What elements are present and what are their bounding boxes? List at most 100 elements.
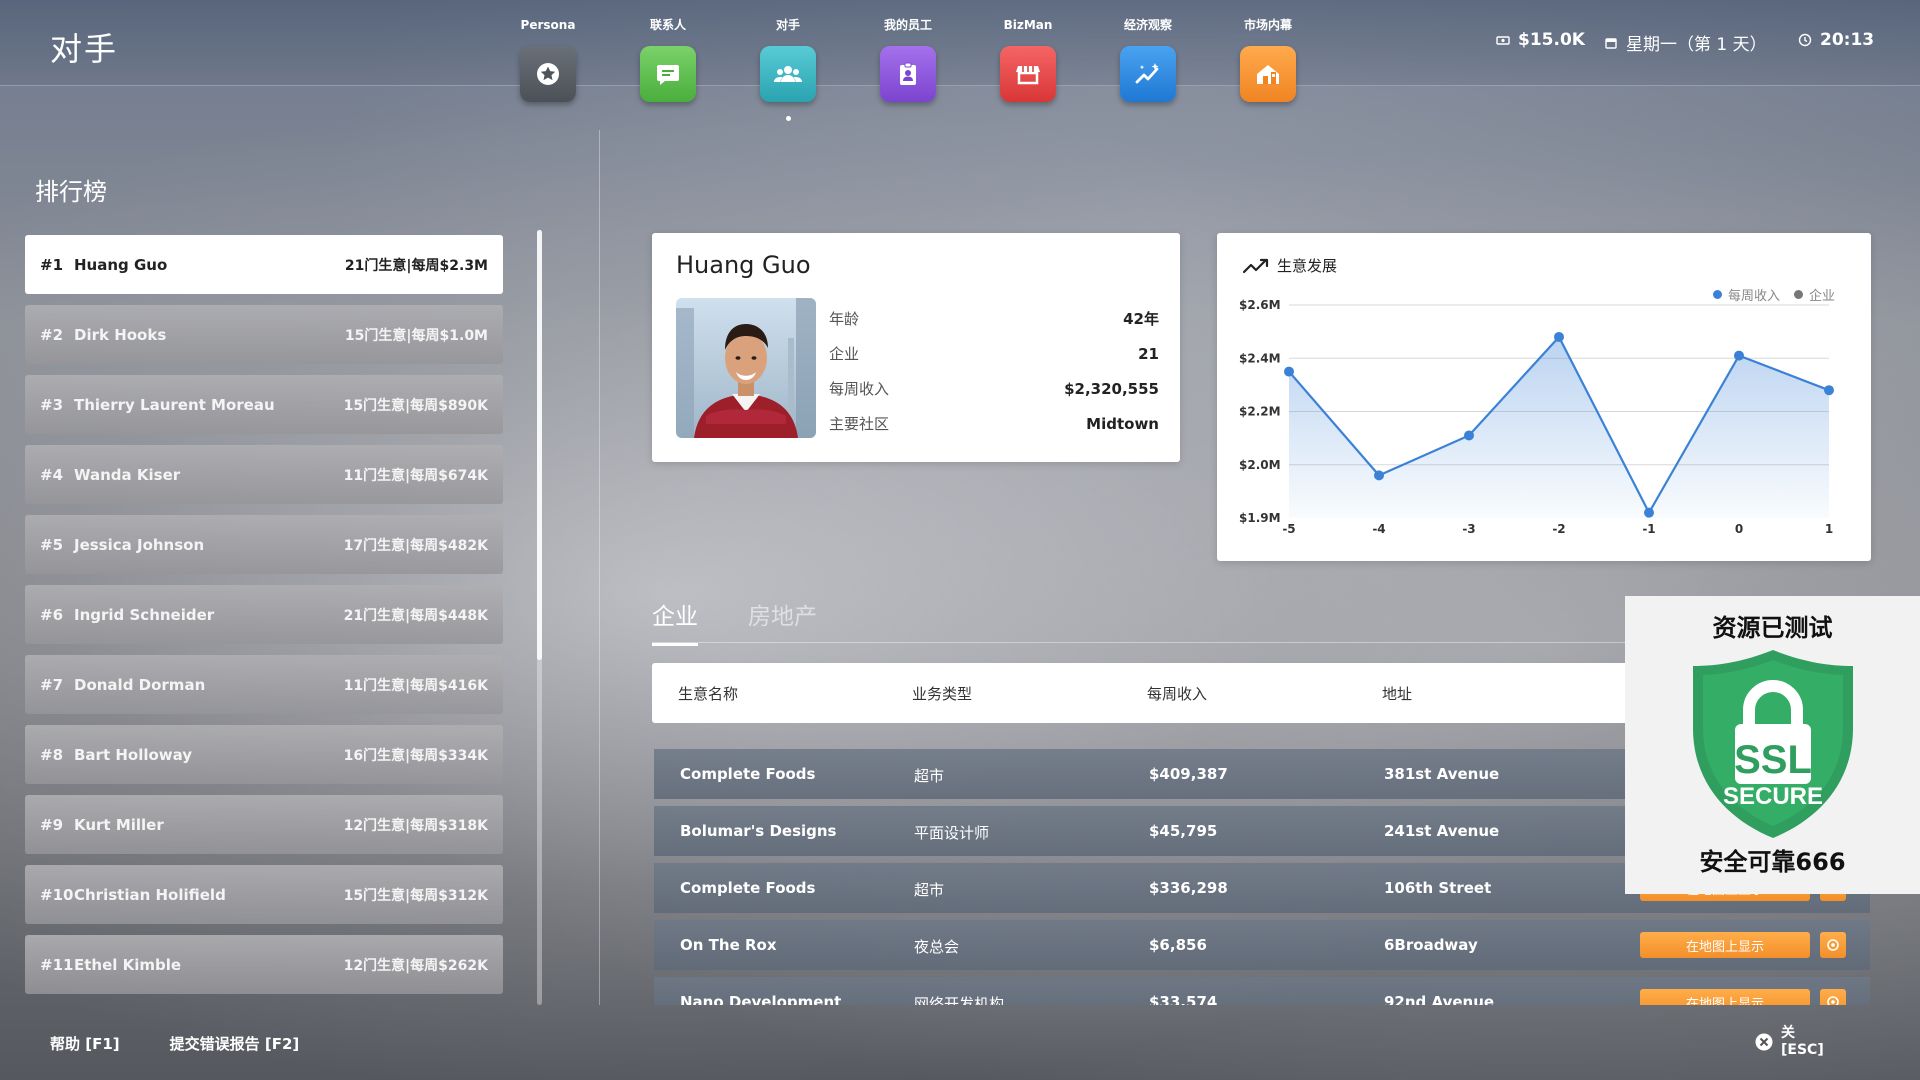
legend-dot xyxy=(1712,290,1722,299)
leaderboard-rank: #10 xyxy=(40,885,74,904)
leaderboard-name: Kurt Miller xyxy=(74,815,164,834)
profile-value: Midtown xyxy=(1086,414,1159,433)
leaderboard-name: Jessica Johnson xyxy=(74,535,205,554)
show-on-map-button[interactable]: 在地图上显示 xyxy=(1640,932,1810,958)
tab-bar: 企业 房地产 xyxy=(652,597,817,646)
nav-economy[interactable]: 经济观察 xyxy=(1088,16,1208,121)
calendar-icon xyxy=(1605,37,1617,49)
y-tick-label: $2.4M xyxy=(1239,351,1281,365)
leaderboard-item[interactable]: #9 Kurt Miller 12门生意|每周$318K xyxy=(25,795,503,854)
cell-type: 超市 xyxy=(914,767,945,785)
nav-contacts[interactable]: 联系人 xyxy=(608,16,728,121)
x-tick-label: 0 xyxy=(1735,522,1743,536)
table-row[interactable]: On The Rox 夜总会 $6,856 6Broadway 在地图上显示 xyxy=(654,920,1870,970)
cell-name: Complete Foods xyxy=(680,879,816,897)
data-point xyxy=(1824,385,1834,396)
nav-button-bizman[interactable] xyxy=(1000,46,1056,102)
column-header-address[interactable]: 地址 xyxy=(1382,683,1412,704)
bug-report-link[interactable]: 提交错误报告 [F2] xyxy=(170,1033,300,1054)
chart-canvas: $2.6M $2.4M $2.2M $2.0M $1.9M-5 -4 -3 -2 -1 0 1 xyxy=(1239,298,1834,536)
leaderboard-meta: 12门生意|每周$318K xyxy=(343,817,488,834)
nav-label: 对手 xyxy=(775,18,800,32)
legend-item[interactable]: 企业 xyxy=(1793,285,1835,304)
leaderboard-item[interactable]: #8 Bart Holloway 16门生意|每周$334K xyxy=(25,725,503,784)
cell-type: 网络开发机构 xyxy=(914,995,1005,1005)
profile-row-businesses: 企业 21 xyxy=(829,336,1159,371)
profile-row-age: 年龄 42年 xyxy=(829,301,1159,336)
cash-icon xyxy=(1496,36,1510,45)
data-point xyxy=(1554,331,1564,342)
locate-button[interactable] xyxy=(1820,932,1846,958)
leaderboard-meta: 12门生意|每周$262K xyxy=(343,957,488,974)
profile-details: 年龄 42年 企业 21 每周收入 $2,320,555 主要社区 Midtow… xyxy=(829,301,1159,441)
profile-row-weekly-income: 每周收入 $2,320,555 xyxy=(829,371,1159,406)
target-icon xyxy=(1827,996,1839,1005)
nav-button-contacts[interactable] xyxy=(640,46,696,102)
close-button[interactable]: 关 [ESC] xyxy=(1755,1025,1824,1059)
leaderboard-item[interactable]: #2 Dirk Hooks 15门生意|每周$1.0M xyxy=(25,305,503,364)
series-area xyxy=(1289,336,1829,518)
leaderboard-name: Dirk Hooks xyxy=(74,325,167,344)
leaderboard-item[interactable]: #3 Thierry Laurent Moreau 15门生意|每周$890K xyxy=(25,375,503,434)
data-point xyxy=(1734,350,1744,361)
table-row[interactable]: Nano Development 网络开发机构 $33,574 92nd Ave… xyxy=(654,977,1870,1005)
nav-button-market-insider[interactable] xyxy=(1240,46,1296,102)
profile-value: $2,320,555 xyxy=(1064,379,1159,398)
chat-icon xyxy=(657,65,679,85)
column-header-type[interactable]: 业务类型 xyxy=(912,683,972,704)
top-bar: 对手 Persona 联系人 对手 我的员工 BizMan 经济观察 市场内幕 … xyxy=(0,0,1920,121)
data-point xyxy=(1284,366,1294,377)
legend-label: 企业 xyxy=(1808,289,1835,304)
leaderboard-scroll-thumb[interactable] xyxy=(537,230,542,660)
leaderboard-name: Wanda Kiser xyxy=(74,465,181,484)
nav-persona[interactable]: Persona xyxy=(488,16,608,121)
leaderboard-item[interactable]: #6 Ingrid Schneider 21门生意|每周$448K xyxy=(25,585,503,644)
nav-employees[interactable]: 我的员工 xyxy=(848,16,968,121)
leaderboard-meta: 15门生意|每周$312K xyxy=(343,887,488,904)
y-tick-label: $1.9M xyxy=(1239,511,1281,525)
nav-button-economy[interactable] xyxy=(1120,46,1176,102)
nav-button-persona[interactable] xyxy=(520,46,576,102)
column-header-income[interactable]: 每周收入 xyxy=(1147,683,1207,704)
x-tick-label: -3 xyxy=(1462,522,1475,536)
leaderboard-item[interactable]: #7 Donald Dorman 11门生意|每周$416K xyxy=(25,655,503,714)
profile-label: 主要社区 xyxy=(829,415,890,433)
money-value: $15.0K xyxy=(1518,30,1585,50)
tab-businesses[interactable]: 企业 xyxy=(652,597,698,646)
leaderboard-rank: #5 xyxy=(40,535,64,554)
column-header-name[interactable]: 生意名称 xyxy=(678,683,738,704)
tab-real-estate[interactable]: 房地产 xyxy=(748,597,817,646)
leaderboard-name: Ingrid Schneider xyxy=(74,605,215,624)
profile-label: 年龄 xyxy=(829,310,860,328)
rival-profile-card: Huang Guo 年龄 42年 企业 21 每周收入 $2,320,555 主… xyxy=(652,233,1180,462)
leaderboard-meta: 17门生意|每周$482K xyxy=(343,537,488,554)
time-value: 20:13 xyxy=(1820,30,1875,50)
nav-button-rivals[interactable] xyxy=(760,46,816,102)
nav-button-employees[interactable] xyxy=(880,46,936,102)
data-point xyxy=(1644,507,1654,518)
leaderboard-meta: 11门生意|每周$674K xyxy=(343,467,488,484)
nav-bizman[interactable]: BizMan xyxy=(968,16,1088,121)
leaderboard-item[interactable]: #10 Christian Holifield 15门生意|每周$312K xyxy=(25,865,503,924)
business-growth-chart: $2.6M $2.4M $2.2M $2.0M $1.9M -5 -4 -3 -2 -1 0 1 生意… xyxy=(1217,233,1871,561)
time-display: 20:13 xyxy=(1798,30,1874,50)
legend-label: 每周收入 xyxy=(1727,289,1780,304)
leaderboard-list[interactable]: #1 Huang Guo 21门生意|每周$2.3M #2 Dirk Hooks… xyxy=(25,235,503,1005)
data-point xyxy=(1464,430,1474,441)
help-link[interactable]: 帮助 [F1] xyxy=(50,1033,120,1054)
date-value: 星期一（第 1 天） xyxy=(1626,35,1767,55)
cell-income: $33,574 xyxy=(1149,993,1218,1005)
show-on-map-button[interactable]: 在地图上显示 xyxy=(1640,989,1810,1005)
leaderboard-item[interactable]: #1 Huang Guo 21门生意|每周$2.3M xyxy=(25,235,503,294)
leaderboard-item[interactable]: #11 Ethel Kimble 12门生意|每周$262K xyxy=(25,935,503,994)
leaderboard-name: Ethel Kimble xyxy=(74,955,182,974)
avatar xyxy=(676,298,816,438)
nav-market-insider[interactable]: 市场内幕 xyxy=(1208,16,1328,121)
leaderboard-scrollbar[interactable] xyxy=(537,230,542,1005)
nav-rivals[interactable]: 对手 xyxy=(728,16,848,121)
locate-button[interactable] xyxy=(1820,989,1846,1005)
leaderboard-item[interactable]: #5 Jessica Johnson 17门生意|每周$482K xyxy=(25,515,503,574)
leaderboard-item[interactable]: #4 Wanda Kiser 11门生意|每周$674K xyxy=(25,445,503,504)
legend-item[interactable]: 每周收入 xyxy=(1712,285,1780,304)
ssl-shield-line1: SSL xyxy=(1734,738,1812,782)
